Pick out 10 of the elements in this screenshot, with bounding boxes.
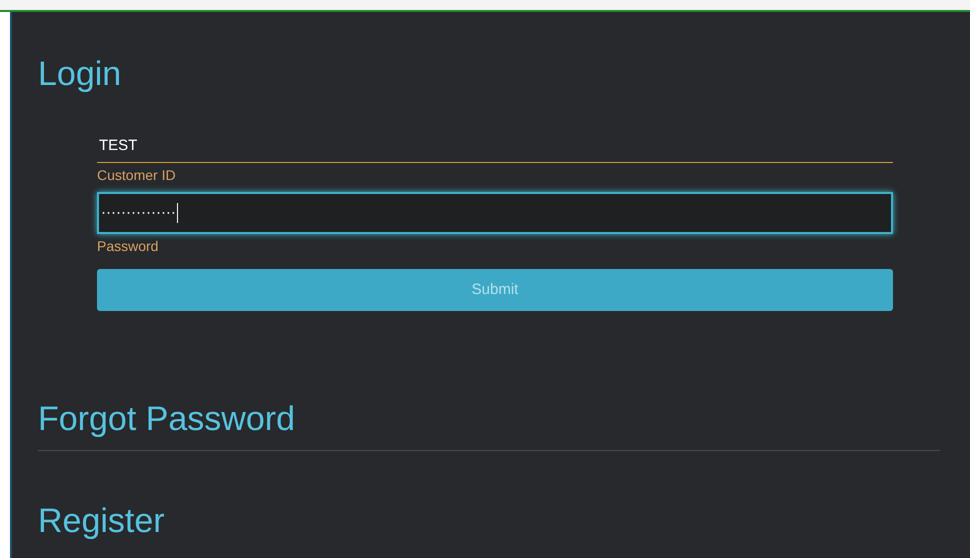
field-value: ··············· bbox=[101, 202, 176, 223]
field-label: Password bbox=[97, 237, 158, 256]
section-heading[interactable]: Register bbox=[38, 504, 165, 538]
input-field[interactable]: TEST bbox=[97, 131, 893, 163]
section-heading[interactable]: Forgot Password bbox=[38, 402, 295, 436]
text-cursor bbox=[176, 203, 178, 223]
input-field[interactable]: ··············· bbox=[97, 192, 893, 234]
login-heading: Login bbox=[38, 57, 122, 91]
field-label: Customer ID bbox=[97, 166, 176, 185]
field-value: TEST bbox=[99, 136, 138, 156]
